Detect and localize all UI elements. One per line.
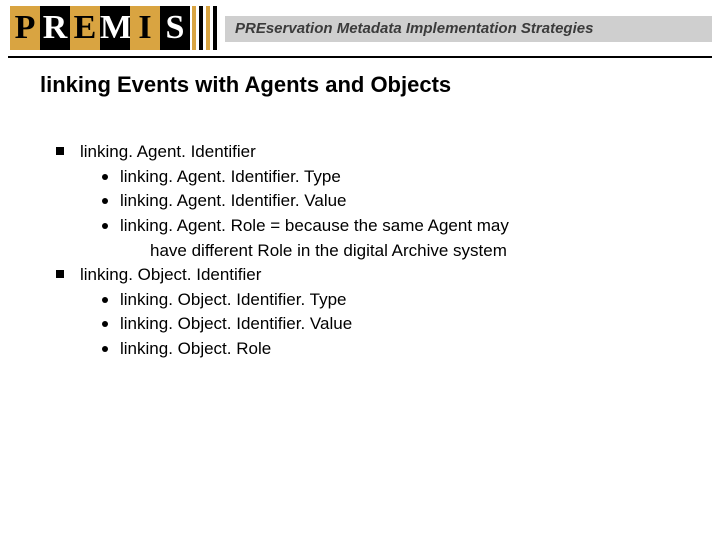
premis-logo: P R E M I S: [10, 6, 220, 50]
bullet-text: linking. Agent. Role = because the same …: [120, 216, 509, 235]
logo-letter: S: [160, 6, 190, 50]
header: P R E M I S PREservation Metadata Implem…: [0, 0, 720, 56]
bullet-level2: linking. Object. Identifier. Type: [98, 288, 680, 313]
bullet-level2: linking. Agent. Identifier. Type: [98, 165, 680, 190]
bullet-text: linking. Object. Identifier: [80, 265, 261, 284]
bullet-level2: linking. Object. Role: [98, 337, 680, 362]
logo-bars-icon: [192, 6, 220, 50]
bullet-text: linking. Agent. Identifier. Value: [120, 191, 347, 210]
logo-letter: I: [130, 6, 160, 50]
bullet-text: linking. Object. Identifier. Value: [120, 314, 352, 333]
bullet-text: linking. Agent. Identifier: [80, 142, 256, 161]
bullet-level2: linking. Object. Identifier. Value: [98, 312, 680, 337]
slide-title: linking Events with Agents and Objects: [40, 72, 451, 98]
bullet-text: linking. Object. Role: [120, 339, 271, 358]
content: linking. Agent. Identifier linking. Agen…: [52, 140, 680, 362]
bullet-text: linking. Object. Identifier. Type: [120, 290, 346, 309]
logo-letter: M: [100, 6, 130, 50]
bullet-level1: linking. Object. Identifier linking. Obj…: [52, 263, 680, 362]
bullet-level2: linking. Agent. Role = because the same …: [98, 214, 680, 263]
logo-letter: R: [40, 6, 70, 50]
bullet-text-continuation: have different Role in the digital Archi…: [120, 239, 680, 264]
bullet-level2: linking. Agent. Identifier. Value: [98, 189, 680, 214]
bullet-text: linking. Agent. Identifier. Type: [120, 167, 341, 186]
logo-letters: P R E M I S: [10, 6, 190, 50]
slide: P R E M I S PREservation Metadata Implem…: [0, 0, 720, 540]
tagline: PREservation Metadata Implementation Str…: [225, 16, 712, 42]
divider: [8, 56, 712, 58]
bullet-level1: linking. Agent. Identifier linking. Agen…: [52, 140, 680, 263]
logo-letter: E: [70, 6, 100, 50]
logo-letter: P: [10, 6, 40, 50]
